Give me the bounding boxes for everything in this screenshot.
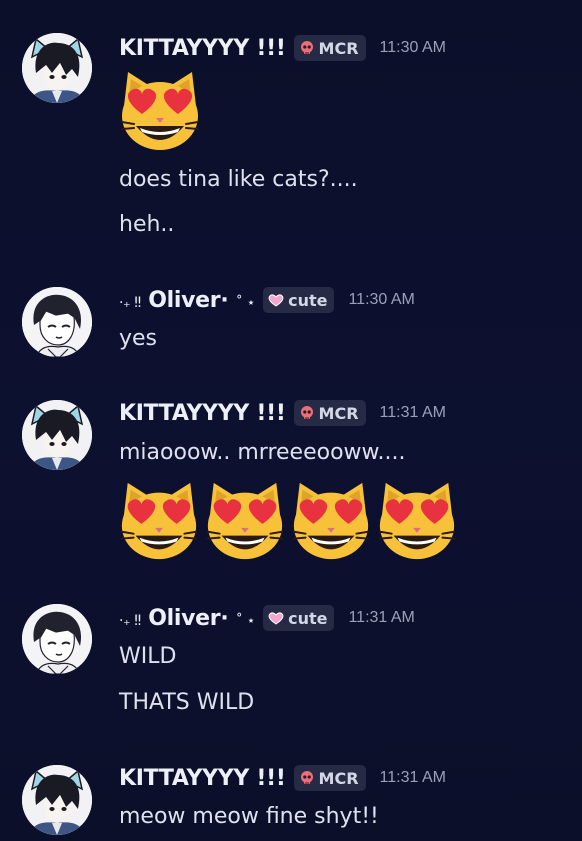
username[interactable]: ·₊ ‼ Oliver· ˚ ⋆ bbox=[119, 288, 255, 313]
heart-eyes-cat-emoji-icon bbox=[374, 476, 460, 564]
message-header: ·₊ ‼ Oliver· ˚ ⋆ cute 11:31 AM bbox=[119, 605, 415, 631]
avatar[interactable] bbox=[22, 604, 92, 674]
message-header: KITTAYYYY !!! MCR 11:31 AM bbox=[119, 400, 446, 426]
timestamp[interactable]: 11:30 AM bbox=[380, 39, 446, 57]
role-tag[interactable]: MCR bbox=[293, 35, 366, 61]
username-suffix: ˚ ⋆ bbox=[235, 612, 256, 629]
message-header: KITTAYYYY !!! MCR 11:31 AM bbox=[119, 765, 446, 791]
oliver-avatar-image bbox=[22, 604, 92, 674]
kitty-avatar-image bbox=[22, 765, 92, 835]
message-text: heh.. bbox=[119, 212, 175, 237]
message-text: WILD bbox=[119, 644, 177, 669]
timestamp[interactable]: 11:30 AM bbox=[348, 291, 414, 309]
role-tag-label: MCR bbox=[318, 403, 359, 423]
timestamp[interactable]: 11:31 AM bbox=[348, 609, 414, 627]
message-text: meow meow fine shyt!! bbox=[119, 804, 379, 829]
username-prefix: ·₊ ‼ bbox=[119, 294, 141, 311]
message-text: miaooow.. mrreeeooww.... bbox=[119, 440, 406, 465]
pink-heart-icon bbox=[268, 610, 284, 626]
oliver-avatar-image bbox=[22, 287, 92, 357]
message-header: ·₊ ‼ Oliver· ˚ ⋆ cute 11:30 AM bbox=[119, 287, 415, 313]
role-tag[interactable]: MCR bbox=[293, 765, 366, 791]
heart-eyes-cat-emoji-icon bbox=[116, 66, 204, 154]
heart-eyes-cat-emoji-icon bbox=[202, 476, 288, 564]
username-text: Oliver· bbox=[148, 287, 229, 313]
message-header: KITTAYYYY !!! MCR 11:30 AM bbox=[119, 35, 446, 61]
avatar[interactable] bbox=[22, 287, 92, 357]
role-tag-label: cute bbox=[288, 608, 328, 628]
username[interactable]: ·₊ ‼ Oliver· ˚ ⋆ bbox=[119, 606, 255, 631]
username[interactable]: KITTAYYYY !!! bbox=[119, 401, 286, 426]
message-text: THATS WILD bbox=[119, 690, 255, 715]
role-tag[interactable]: MCR bbox=[293, 400, 366, 426]
avatar[interactable] bbox=[22, 400, 92, 470]
message-text: yes bbox=[119, 326, 158, 351]
emoji-row bbox=[116, 66, 204, 154]
username-text: Oliver· bbox=[148, 605, 229, 631]
skull-icon bbox=[299, 405, 315, 421]
role-tag[interactable]: cute bbox=[263, 605, 335, 631]
skull-icon bbox=[299, 40, 315, 56]
role-tag-label: MCR bbox=[318, 38, 359, 58]
role-tag-label: cute bbox=[288, 290, 328, 310]
username-suffix: ˚ ⋆ bbox=[235, 294, 256, 311]
timestamp[interactable]: 11:31 AM bbox=[380, 769, 446, 787]
username[interactable]: KITTAYYYY !!! bbox=[119, 36, 286, 61]
heart-eyes-cat-emoji-icon bbox=[116, 476, 202, 564]
avatar[interactable] bbox=[22, 765, 92, 835]
emoji-row bbox=[116, 476, 460, 564]
role-tag-label: MCR bbox=[318, 768, 359, 788]
kitty-avatar-image bbox=[22, 33, 92, 103]
avatar[interactable] bbox=[22, 33, 92, 103]
heart-eyes-cat-emoji-icon bbox=[288, 476, 374, 564]
pink-heart-icon bbox=[268, 292, 284, 308]
kitty-avatar-image bbox=[22, 400, 92, 470]
role-tag[interactable]: cute bbox=[263, 287, 335, 313]
message-text: does tina like cats?.... bbox=[119, 167, 358, 192]
timestamp[interactable]: 11:31 AM bbox=[380, 404, 446, 422]
chat-message-list: KITTAYYYY !!! MCR 11:30 AM does tina lik… bbox=[0, 0, 582, 841]
username[interactable]: KITTAYYYY !!! bbox=[119, 766, 286, 791]
username-prefix: ·₊ ‼ bbox=[119, 612, 141, 629]
skull-icon bbox=[299, 770, 315, 786]
